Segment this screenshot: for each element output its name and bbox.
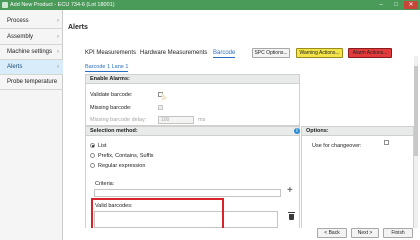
- window-controls: – □ ✕: [374, 1, 418, 9]
- sidebar-item-label: Machine settings: [7, 49, 53, 55]
- alarm-actions-button[interactable]: Alarm Actions...: [348, 48, 392, 58]
- maximize-button[interactable]: □: [389, 1, 403, 9]
- tab-kpi-measurements[interactable]: KPI Measurements: [85, 50, 136, 56]
- sidebar-item-label: Process: [7, 18, 29, 24]
- sidebar-item-label: Alerts: [7, 64, 23, 70]
- sidebar-item-alerts[interactable]: Alerts ›: [0, 60, 63, 75]
- missing-delay-label: Missing barcode delay:: [90, 117, 147, 123]
- enable-alarms-panel: Enable Alarms: Validate barcode: Missing…: [85, 74, 300, 126]
- validate-barcode-label: Validate barcode:: [90, 92, 133, 98]
- radio-list[interactable]: [90, 143, 95, 148]
- trash-icon[interactable]: [288, 212, 295, 220]
- radio-list-label: List: [98, 143, 107, 149]
- sidebar-item-label: Assembly: [7, 34, 34, 40]
- info-icon[interactable]: i: [294, 128, 300, 134]
- wizard-footer: < Back Next > Finish: [64, 228, 420, 240]
- tab-barcode[interactable]: Barcode: [213, 50, 236, 58]
- missing-barcode-checkbox[interactable]: [158, 105, 163, 110]
- radio-regex-label: Regular expression: [98, 163, 146, 169]
- page-title: Alerts: [68, 24, 88, 31]
- main-content: Alerts KPI Measurements Hardware Measure…: [64, 10, 420, 240]
- options-panel: Options: Use for changeover:: [301, 126, 414, 236]
- options-header: Options:: [302, 127, 413, 136]
- missing-delay-input[interactable]: 100: [158, 116, 194, 124]
- scrollbar[interactable]: [414, 56, 418, 236]
- use-for-changeover-label: Use for changeover:: [312, 143, 362, 149]
- chevron-right-icon: ›: [57, 34, 59, 40]
- close-button[interactable]: ✕: [404, 1, 418, 9]
- missing-delay-unit: ms: [198, 117, 206, 123]
- minimize-button[interactable]: –: [374, 1, 388, 9]
- warning-actions-button[interactable]: Warning Actions...: [296, 48, 343, 58]
- use-for-changeover-checkbox[interactable]: [384, 140, 389, 145]
- sidebar-item-label: Probe temperature: [7, 79, 58, 85]
- radio-regular-expression[interactable]: [90, 163, 95, 168]
- spc-options-button[interactable]: SPC Options...: [252, 48, 290, 58]
- title-bar: Add New Product - ECU 734-6 (Lot 18001) …: [0, 0, 420, 10]
- chevron-right-icon: ›: [57, 18, 59, 24]
- back-button[interactable]: < Back: [317, 228, 347, 238]
- chevron-right-icon: ›: [57, 49, 59, 55]
- finish-button[interactable]: Finish: [383, 228, 413, 238]
- window-title: Add New Product - ECU 734-6 (Lot 18001): [10, 2, 115, 8]
- selection-method-header: Selection method:: [86, 127, 299, 136]
- sidebar-item-process[interactable]: Process ›: [0, 14, 63, 29]
- tab-hardware-measurements[interactable]: Hardware Measurements: [140, 50, 207, 56]
- chevron-right-icon: ›: [57, 64, 59, 70]
- missing-barcode-label: Missing barcode:: [90, 105, 132, 111]
- subtab-barcode-lane[interactable]: Barcode 1 Lane 1: [85, 64, 129, 72]
- sidebar-item-assembly[interactable]: Assembly ›: [0, 30, 63, 45]
- highlight-box: [91, 198, 224, 231]
- add-icon[interactable]: +: [287, 186, 293, 196]
- criteria-input[interactable]: [94, 189, 281, 197]
- scrollbar-thumb[interactable]: [414, 66, 418, 156]
- next-button[interactable]: Next >: [351, 228, 379, 238]
- radio-prefix-contains-suffix[interactable]: [90, 153, 95, 158]
- radio-prefix-label: Prefix, Contains, Suffix: [98, 153, 154, 159]
- enable-alarms-header: Enable Alarms:: [86, 75, 299, 84]
- sidebar-item-probe-temperature[interactable]: Probe temperature: [0, 75, 63, 90]
- sidebar-item-machine-settings[interactable]: Machine settings ›: [0, 45, 63, 60]
- criteria-label: Criteria:: [95, 181, 115, 187]
- sidebar: Process › Assembly › Machine settings › …: [0, 10, 63, 240]
- app-icon: [2, 2, 8, 8]
